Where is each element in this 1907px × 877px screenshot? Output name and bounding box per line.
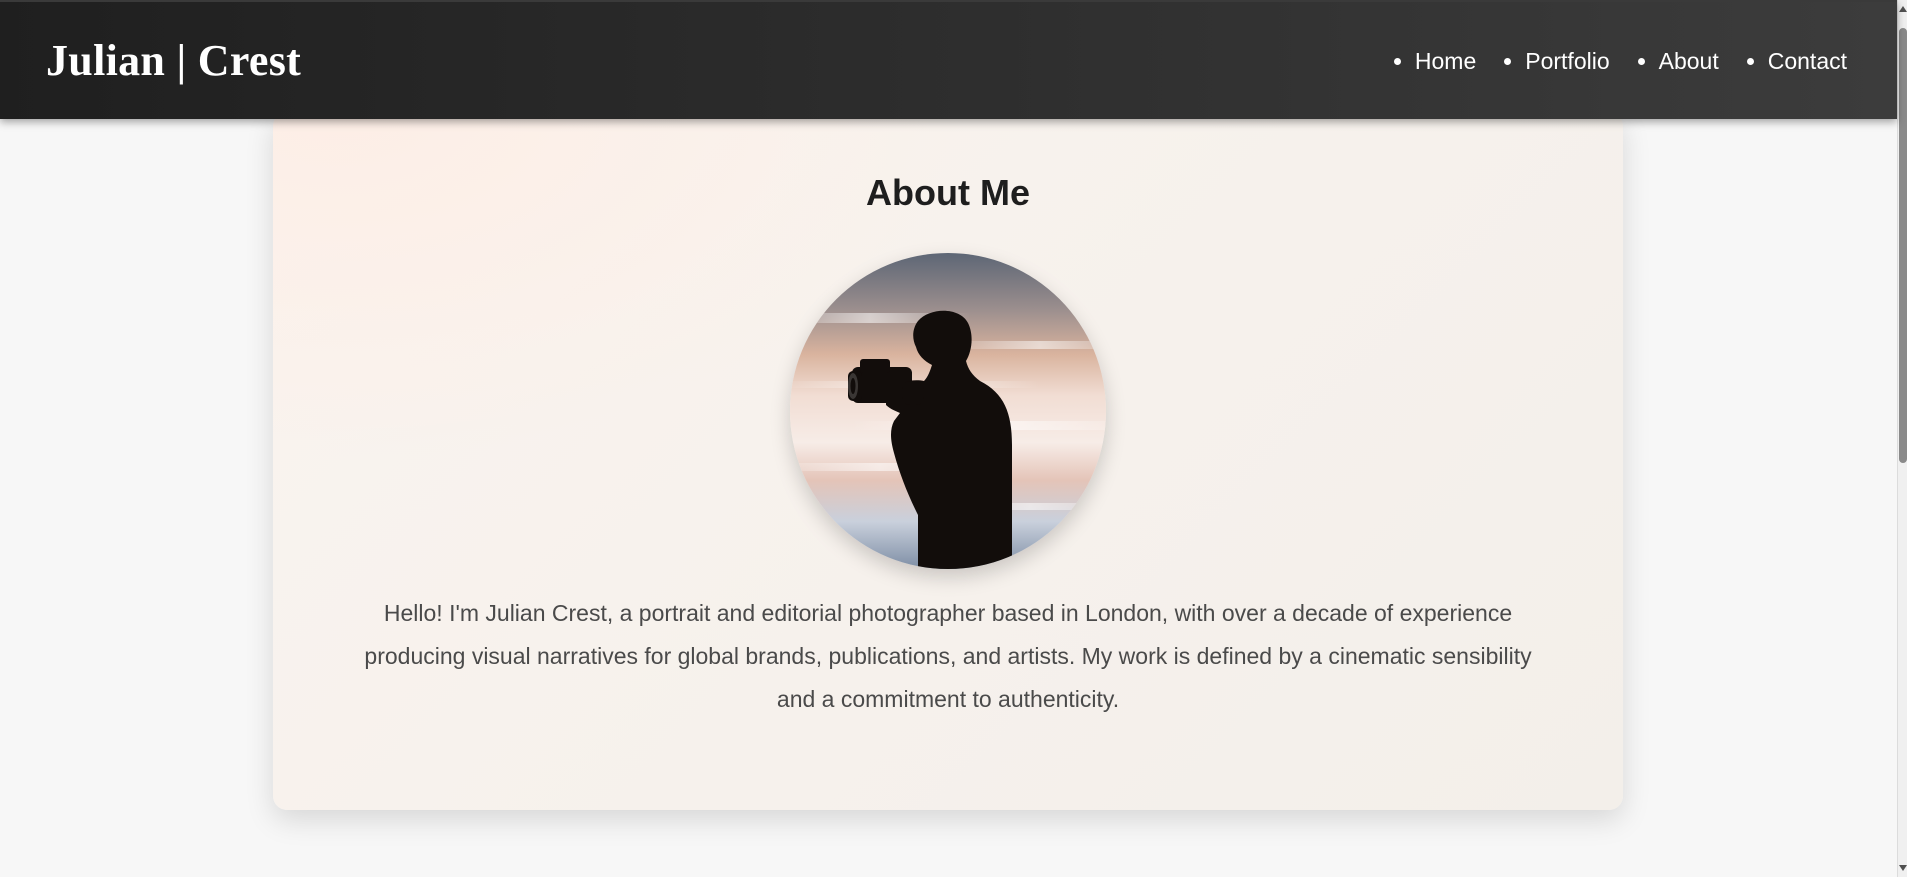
about-card: About Me Hello! I'm Julian Crest, a port… — [273, 112, 1623, 810]
scroll-thumb[interactable] — [1899, 28, 1907, 463]
bullet-icon — [1393, 58, 1401, 65]
nav-item-about[interactable]: About — [1637, 48, 1719, 75]
nav-label-portfolio[interactable]: Portfolio — [1525, 48, 1609, 75]
scroll-down-icon[interactable] — [1899, 865, 1907, 871]
bullet-icon — [1746, 58, 1754, 65]
photographer-silhouette-icon — [790, 253, 1106, 569]
nav-item-portfolio[interactable]: Portfolio — [1504, 48, 1610, 75]
brand-logo[interactable]: Julian | Crest — [46, 36, 301, 86]
nav-label-home[interactable]: Home — [1415, 48, 1476, 75]
bullet-icon — [1637, 58, 1645, 65]
nav-item-contact[interactable]: Contact — [1746, 48, 1847, 75]
scrollbar[interactable] — [1897, 0, 1907, 877]
bullet-icon — [1504, 58, 1512, 65]
about-title: About Me — [866, 172, 1030, 213]
page-viewport: Julian | Crest Home Portfolio About Cont… — [0, 0, 1907, 877]
nav-label-about[interactable]: About — [1659, 48, 1719, 75]
about-bio: Hello! I'm Julian Crest, a portrait and … — [364, 600, 1532, 712]
scroll-up-icon[interactable] — [1899, 6, 1907, 12]
nav-label-contact[interactable]: Contact — [1768, 48, 1847, 75]
nav-item-home[interactable]: Home — [1393, 48, 1476, 75]
portrait-photo — [790, 253, 1106, 569]
site-header: Julian | Crest Home Portfolio About Cont… — [0, 0, 1897, 119]
main-nav: Home Portfolio About Contact — [1366, 2, 1847, 121]
